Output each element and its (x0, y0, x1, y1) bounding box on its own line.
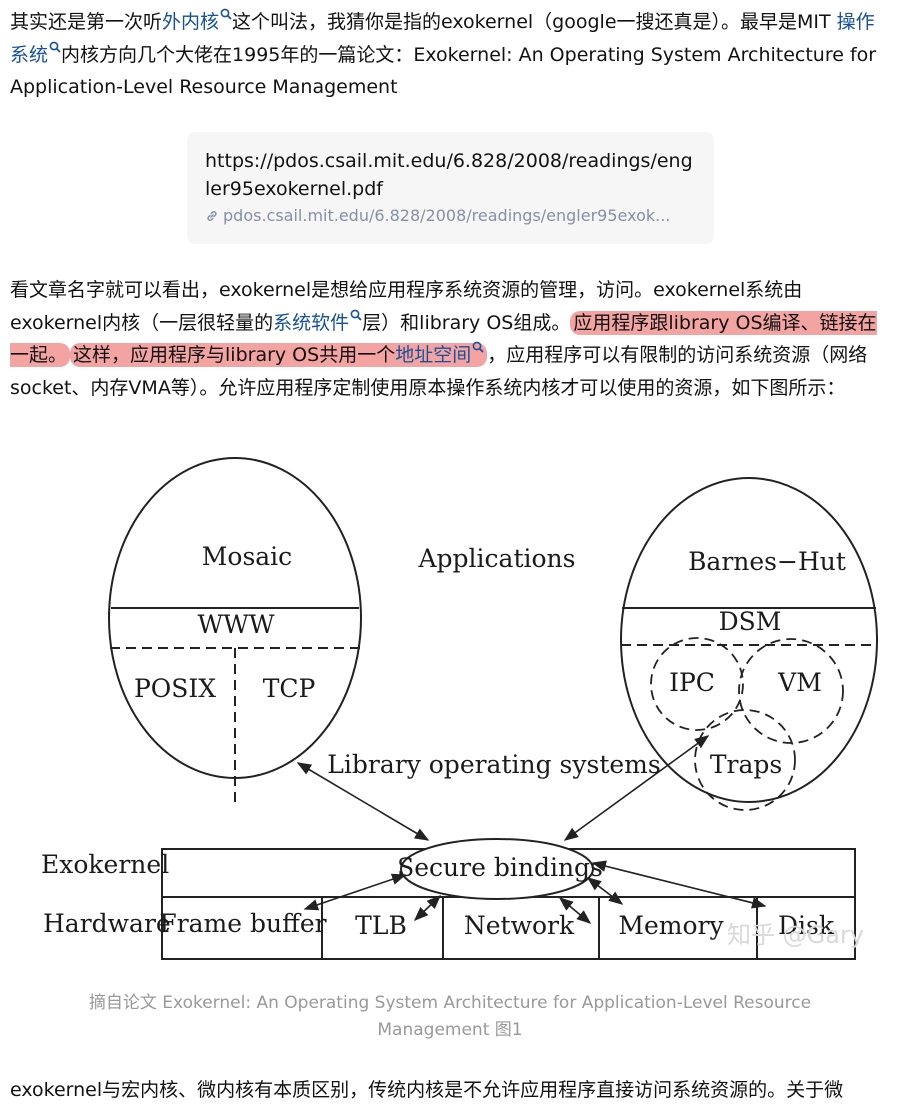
link-icon (207, 211, 217, 221)
exokernel-label: Exokernel (41, 850, 169, 879)
search-icon (220, 8, 232, 20)
highlight-mark[interactable]: 这样，应用程序与library OS共用一个地址空间 (70, 341, 488, 367)
search-icon (472, 341, 484, 353)
watermark: 知乎 @Gary (727, 921, 864, 949)
link-card-title[interactable]: https://pdos.csail.mit.edu/6.828/2008/re… (205, 147, 696, 203)
frame-buffer-label: Frame buffer (159, 909, 326, 938)
link-card[interactable]: https://pdos.csail.mit.edu/6.828/2008/re… (187, 132, 714, 244)
hardware-label: Hardware (43, 909, 171, 938)
www-label: WWW (197, 610, 274, 639)
vm-label: VM (777, 668, 822, 697)
memory-label: Memory (618, 911, 724, 940)
link-card-url: pdos.csail.mit.edu/6.828/2008/readings/e… (205, 203, 696, 229)
exokernel-figure: Mosaic WWW POSIX TCP Applications Barnes… (0, 448, 901, 978)
exokernel-diagram: Mosaic WWW POSIX TCP Applications Barnes… (41, 457, 878, 960)
keyword-link-exokernel-cn[interactable]: 外内核 (162, 8, 232, 33)
tcp-label: TCP (263, 674, 316, 703)
comparison-paragraph: exokernel与宏内核、微内核有本质区别，传统内核是不允许应用程序直接访问系… (10, 1074, 890, 1107)
text-span: 其实还是第一次听 (10, 11, 163, 33)
applications-label: Applications (418, 544, 576, 573)
text-span: exokernel与宏内核、微内核有本质区别，传统内核是不允许应用程序直接访问系… (10, 1079, 844, 1101)
exokernel-paragraph: 看文章名字就可以看出，exokernel是想给应用程序系统资源的管理，访问。ex… (10, 274, 890, 404)
text-span: 这个叫法，我猜你是指的exokernel（google一搜还真是）。最早是MIT (232, 11, 837, 33)
text-span: 内核方向几个大佬在1995年的一篇论文：Exokernel: An Operat… (10, 43, 877, 99)
libos-label: Library operating systems (327, 750, 660, 779)
traps-label: Traps (710, 750, 782, 779)
figure-caption: 摘自论文 Exokernel: An Operating System Arch… (88, 993, 812, 1040)
search-icon (49, 41, 61, 53)
posix-label: POSIX (134, 674, 216, 703)
secure-bindings-label: Secure bindings (397, 853, 603, 882)
tlb-label: TLB (355, 911, 407, 940)
text-span: 层）和library OS组成。 (362, 311, 571, 334)
intro-paragraph: 其实还是第一次听外内核 这个叫法，我猜你是指的exokernel（google一搜… (10, 6, 890, 104)
ipc-label: IPC (669, 668, 715, 697)
network-label: Network (464, 911, 575, 940)
keyword-link-system-software[interactable]: 系统软件 (273, 309, 362, 334)
keyword-link-address-space[interactable]: 地址空间 (395, 341, 484, 366)
barnes-hut-label: Barnes−Hut (688, 547, 846, 576)
dsm-label: DSM (719, 607, 782, 636)
mosaic-label: Mosaic (202, 542, 292, 571)
search-icon (350, 309, 362, 321)
